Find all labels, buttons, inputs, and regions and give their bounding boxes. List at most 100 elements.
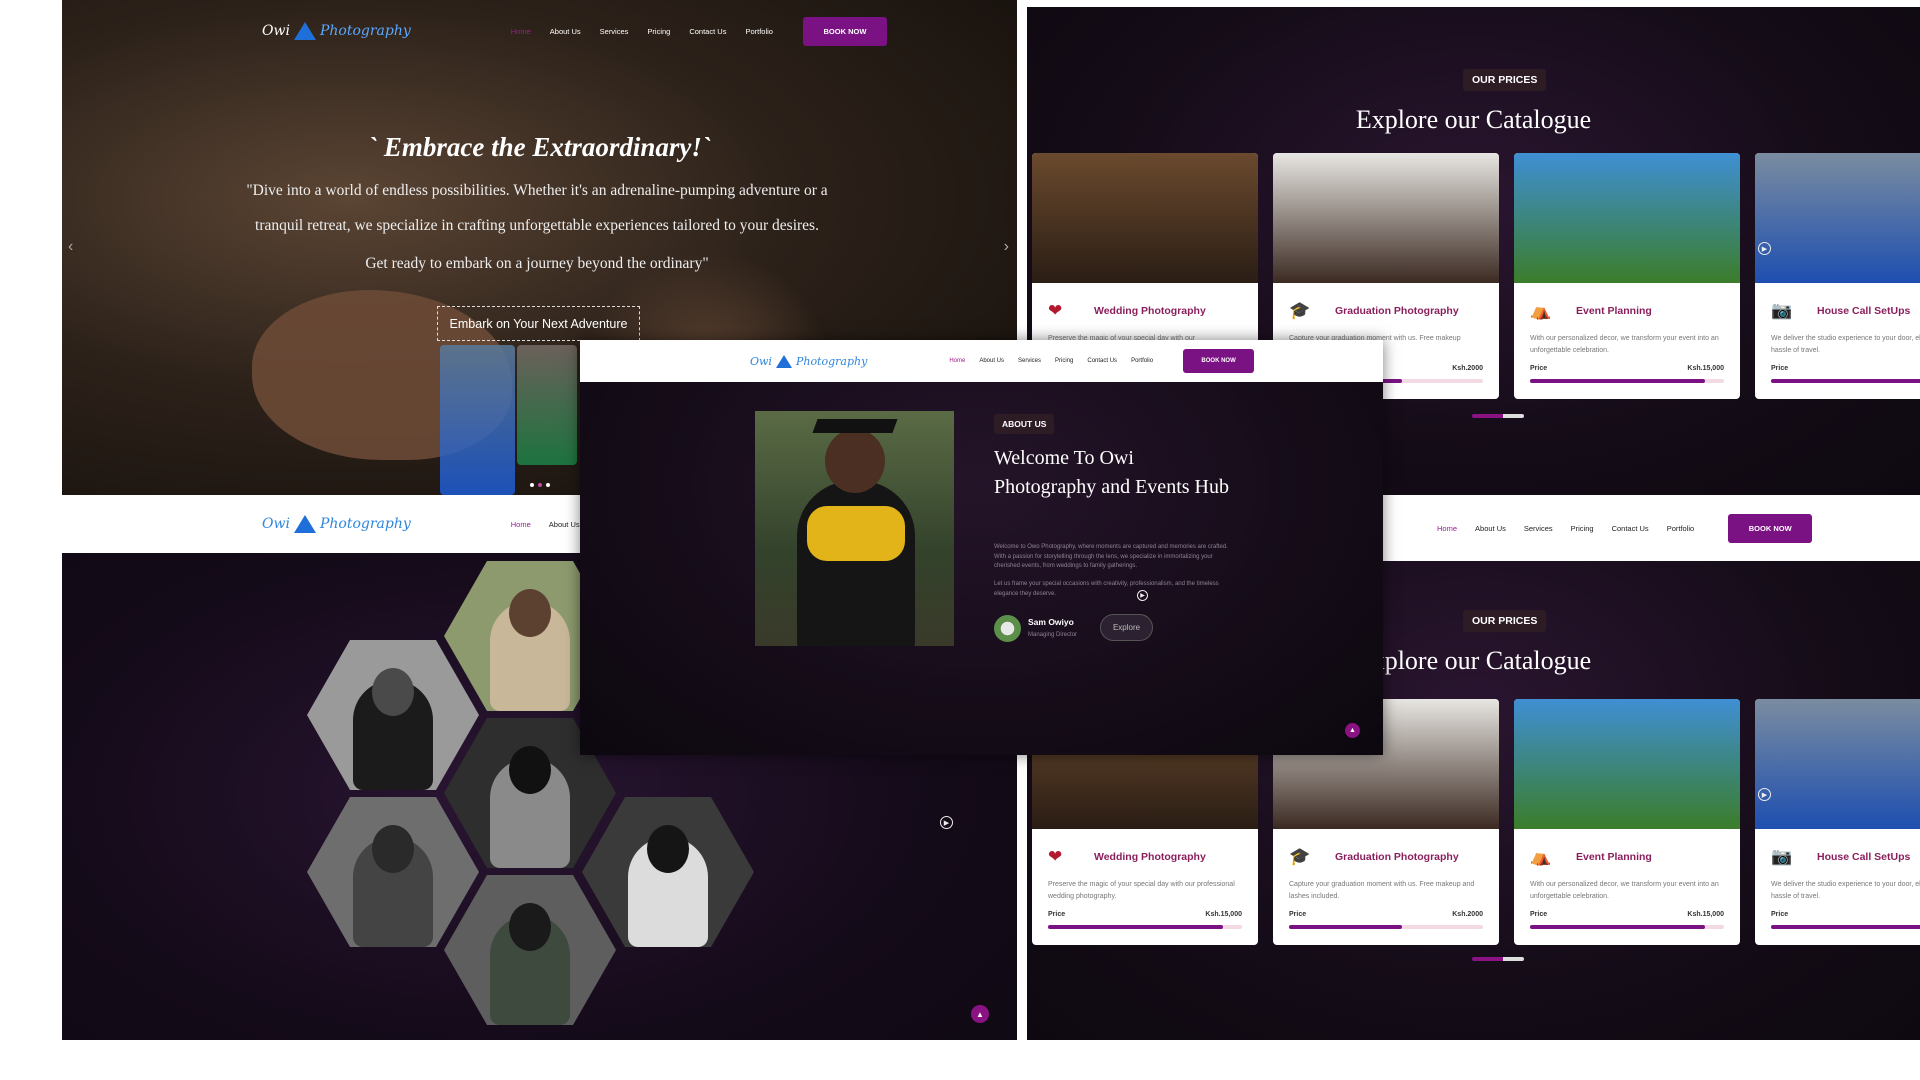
play-icon[interactable]: ▶: [1137, 590, 1148, 601]
heart-icon: ❤: [1048, 301, 1063, 320]
nav-contact[interactable]: Contact Us: [1087, 358, 1117, 364]
logo[interactable]: Owi Photography: [262, 515, 411, 533]
tent-icon: ⛺: [1530, 847, 1552, 866]
slide-indicator[interactable]: [530, 483, 534, 487]
hero-glass-green-image: [517, 345, 577, 465]
card-progress-bar: [1771, 379, 1920, 383]
nav-about[interactable]: About Us: [550, 27, 581, 36]
logo-text-left: Owi: [262, 516, 290, 532]
logo-mountain-icon: [293, 22, 316, 40]
card-title: Event Planning: [1576, 851, 1652, 863]
slide-indicator[interactable]: [546, 483, 550, 487]
card-price-label: Price: [1530, 365, 1548, 372]
nav-about[interactable]: About Us: [979, 358, 1004, 364]
nav-home[interactable]: Home: [511, 520, 531, 529]
nav-home[interactable]: Home: [1437, 524, 1457, 533]
nav-portfolio[interactable]: Portfolio: [745, 27, 773, 36]
catalogue-pager[interactable]: [1472, 414, 1524, 418]
nav-contact[interactable]: Contact Us: [1612, 524, 1649, 533]
graduation-cap-icon: 🎓: [1289, 847, 1311, 866]
gallery-photo-graduate-bw[interactable]: [307, 640, 479, 790]
nav-about[interactable]: About Us: [549, 520, 580, 529]
card-title: Graduation Photography: [1335, 305, 1459, 317]
owner-role: Managing Director: [1028, 632, 1078, 638]
catalogue-title: Explore our Catalogue: [1355, 105, 1592, 134]
catalogue-pager[interactable]: [1472, 957, 1524, 961]
logo-text-right: Photography: [319, 23, 411, 39]
card-image: [1514, 153, 1740, 283]
about-paragraph-1: Welcome to Owo Photography, where moment…: [994, 544, 1228, 569]
price-card[interactable]: ⛺ Event Planning With our personalized dec…: [1514, 699, 1740, 945]
nav-pricing[interactable]: Pricing: [1571, 524, 1594, 533]
nav-portfolio[interactable]: Portfolio: [1131, 358, 1153, 364]
nav-services[interactable]: Services: [1524, 524, 1553, 533]
arrow-up-icon[interactable]: ▲: [971, 1005, 989, 1023]
gallery-photo-woman-kitchen[interactable]: [307, 797, 479, 947]
explore-button[interactable]: Explore: [1100, 614, 1153, 641]
chevron-left-icon[interactable]: ‹: [68, 238, 73, 256]
nav-home[interactable]: Home: [511, 27, 531, 36]
book-now-button[interactable]: BOOK NOW: [802, 16, 887, 46]
card-image: [1273, 153, 1499, 283]
hero-title: ` Embrace the Extraordinary!`: [368, 132, 711, 162]
card-price-label: Price: [1530, 911, 1548, 918]
slide-indicator[interactable]: [538, 483, 542, 487]
logo[interactable]: Owi Photography: [262, 22, 411, 40]
price-card[interactable]: 📷 House Call SetUps We deliver the studio …: [1755, 699, 1920, 945]
card-progress-bar: [1771, 925, 1920, 929]
card-progress-bar: [1530, 379, 1724, 383]
hero-line-2: tranquil retreat, we specialize in craft…: [255, 217, 819, 234]
owner-name: Sam Owiyo: [1028, 617, 1074, 627]
card-description: With our personalized decor, we transfor…: [1530, 335, 1719, 354]
card-description: We deliver the studio experience to your…: [1771, 335, 1920, 354]
tent-icon: ⛺: [1530, 301, 1552, 320]
hero-slide-indicators: [530, 483, 550, 487]
nav-services[interactable]: Services: [1018, 358, 1041, 364]
hero-line-1: "Dive into a world of endless possibilit…: [246, 182, 828, 199]
card-price-value: Ksh.2000: [1452, 911, 1483, 918]
nav-pricing[interactable]: Pricing: [1055, 358, 1073, 364]
nav-home[interactable]: Home: [949, 358, 965, 364]
our-prices-badge: OUR PRICES: [1463, 69, 1547, 91]
card-title: Event Planning: [1576, 305, 1652, 317]
card-image: [1755, 153, 1920, 283]
nav-pricing[interactable]: Pricing: [647, 27, 670, 36]
arrow-up-icon[interactable]: ▲: [1345, 723, 1360, 738]
card-description: Preserve the magic of your special day w…: [1048, 881, 1235, 900]
card-price-label: Price: [1771, 911, 1789, 918]
about-screenshot: Owi Photography Home About Us Services P…: [580, 340, 1383, 755]
play-icon[interactable]: ▶: [940, 816, 953, 829]
card-price-value: Ksh.15,000: [1687, 911, 1724, 918]
price-card[interactable]: ⛺ Event Planning With our personalized dec…: [1514, 153, 1740, 399]
card-image: [1032, 153, 1258, 283]
gallery-photo-smiling-woman[interactable]: [444, 875, 616, 1025]
card-price-label: Price: [1289, 911, 1307, 918]
book-now-button[interactable]: BOOK NOW: [1183, 349, 1255, 373]
card-title: Graduation Photography: [1335, 851, 1459, 863]
nav-portfolio[interactable]: Portfolio: [1667, 524, 1695, 533]
logo-text-right: Photography: [319, 516, 411, 532]
about-graduate-photo: [755, 411, 954, 646]
avatar: [994, 615, 1021, 642]
nav-about[interactable]: About Us: [1475, 524, 1506, 533]
gallery-photo-bride[interactable]: [582, 797, 754, 947]
play-icon[interactable]: ▶: [1758, 242, 1771, 255]
card-price-label: Price: [1771, 365, 1789, 372]
book-now-button[interactable]: BOOK NOW: [1728, 513, 1813, 543]
about-nav-menu: Home About Us Services Pricing Contact U…: [949, 358, 1153, 364]
catalogue-nav-menu: Home About Us Services Pricing Contact U…: [1437, 524, 1694, 533]
play-icon[interactable]: ▶: [1758, 788, 1771, 801]
card-description: Capture your graduation moment with us. …: [1289, 881, 1475, 900]
price-card[interactable]: 📷 House Call SetUps We deliver the studio …: [1755, 153, 1920, 399]
heart-icon: ❤: [1048, 847, 1063, 866]
card-description: We deliver the studio experience to your…: [1771, 881, 1920, 900]
nav-services[interactable]: Services: [600, 27, 629, 36]
embark-button[interactable]: Embark on Your Next Adventure: [437, 306, 640, 341]
logo-text-right: Photography: [795, 354, 868, 368]
card-progress-bar: [1530, 925, 1724, 929]
chevron-right-icon[interactable]: ›: [1004, 238, 1009, 256]
about-navbar: Owi Photography Home About Us Services P…: [580, 340, 1383, 382]
card-title: Wedding Photography: [1094, 851, 1206, 863]
nav-contact[interactable]: Contact Us: [689, 27, 726, 36]
logo[interactable]: Owi Photography: [750, 354, 868, 368]
